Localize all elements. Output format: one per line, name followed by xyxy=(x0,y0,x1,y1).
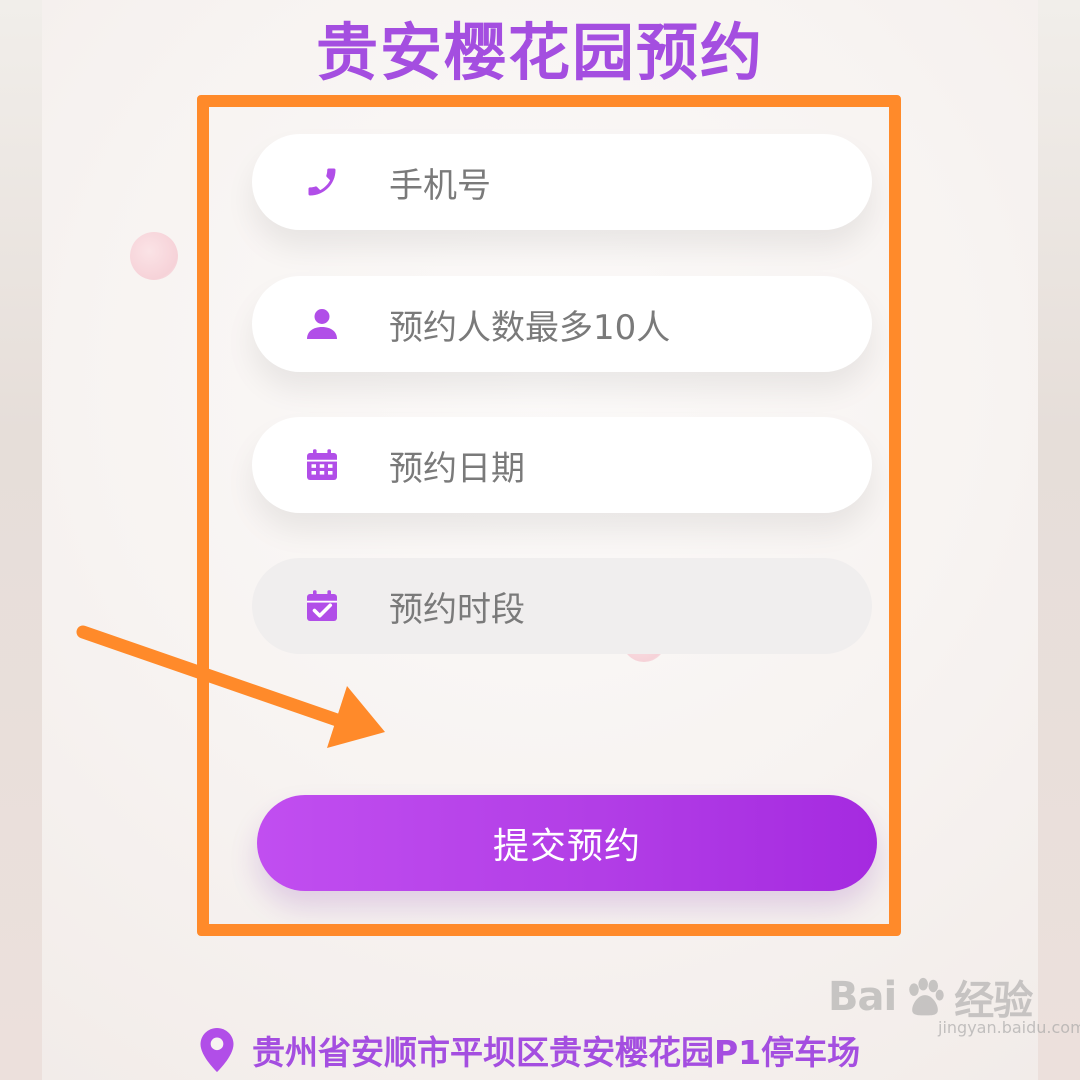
paw-icon xyxy=(909,977,944,1016)
page-title: 贵安樱花园预约 xyxy=(315,16,764,89)
location-pin-icon xyxy=(200,1028,234,1072)
backdrop-left xyxy=(0,0,42,1080)
backdrop-right xyxy=(1038,0,1080,1080)
watermark-brand-left: Bai xyxy=(828,974,897,1020)
watermark-url: jingyan.baidu.com xyxy=(938,1018,1080,1037)
annotation-highlight-box xyxy=(197,95,901,936)
address-text: 贵州省安顺市平坝区贵安樱花园P1停车场 xyxy=(252,1033,861,1072)
petal-decoration xyxy=(130,232,178,280)
annotation-arrow xyxy=(76,625,385,748)
baidu-jingyan-watermark: Bai 经验 jingyan.baidu.com xyxy=(828,968,1080,1037)
address-line: 贵州省安顺市平坝区贵安樱花园P1停车场 xyxy=(200,1020,860,1080)
